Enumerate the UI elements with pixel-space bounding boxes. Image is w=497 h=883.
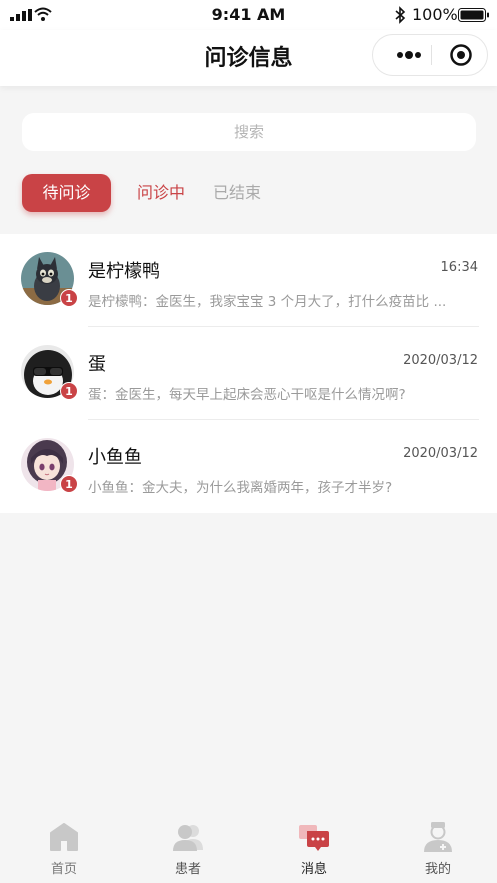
close-button[interactable] bbox=[441, 35, 481, 75]
unread-badge: 1 bbox=[60, 382, 78, 400]
list-item[interactable]: 1 是柠檬鸭 16:34 是柠檬鸭：金医生，我家宝宝 3 个月大了，打什么疫苗比… bbox=[0, 234, 497, 327]
bluetooth-icon bbox=[395, 6, 406, 24]
search-input[interactable]: 搜索 bbox=[22, 113, 476, 151]
tabbar-patients-label: 患者 bbox=[174, 862, 201, 877]
tab-pending-label: 待问诊 bbox=[42, 183, 91, 202]
tab-pending[interactable]: 待问诊 bbox=[22, 174, 111, 212]
tab-ended[interactable]: 已结束 bbox=[213, 174, 261, 212]
tabbar-home[interactable]: 首页 bbox=[2, 815, 126, 883]
patient-name: 是柠檬鸭 bbox=[88, 261, 160, 282]
unread-badge: 1 bbox=[60, 289, 78, 307]
list-item[interactable]: 1 蛋 2020/03/12 蛋：金医生，每天早上起床会恶心干呕是什么情况啊? bbox=[0, 327, 497, 420]
more-dots-icon bbox=[397, 51, 421, 59]
message-time: 2020/03/12 bbox=[403, 353, 478, 368]
patients-icon bbox=[173, 825, 203, 851]
list-item[interactable]: 1 小鱼鱼 2020/03/12 小鱼鱼：金大夫，为什么我离婚两年，孩子才半岁? bbox=[0, 420, 497, 513]
unread-badge: 1 bbox=[60, 475, 78, 493]
capsule-divider bbox=[431, 45, 432, 65]
tabbar-patients[interactable]: 患者 bbox=[126, 815, 250, 883]
tabbar-profile[interactable]: 我的 bbox=[376, 815, 497, 883]
message-icon bbox=[299, 825, 329, 851]
message-preview: 小鱼鱼：金大夫，为什么我离婚两年，孩子才半岁? bbox=[88, 480, 393, 496]
message-time: 16:34 bbox=[440, 260, 478, 275]
battery-icon bbox=[458, 8, 489, 22]
consultation-list: 1 是柠檬鸭 16:34 是柠檬鸭：金医生，我家宝宝 3 个月大了，打什么疫苗比… bbox=[0, 234, 497, 513]
message-preview: 是柠檬鸭：金医生，我家宝宝 3 个月大了，打什么疫苗比 ... bbox=[88, 294, 447, 310]
tab-ended-label: 已结束 bbox=[213, 183, 262, 202]
message-preview: 蛋：金医生，每天早上起床会恶心干呕是什么情况啊? bbox=[88, 387, 406, 403]
home-icon bbox=[50, 823, 78, 851]
mini-program-capsule bbox=[372, 34, 488, 76]
patient-name: 小鱼鱼 bbox=[88, 447, 142, 468]
message-time: 2020/03/12 bbox=[403, 446, 478, 461]
bottom-tab-bar: 首页 患者 消息 我的 bbox=[0, 815, 497, 883]
nav-bar: 问诊信息 bbox=[0, 30, 497, 86]
more-button[interactable] bbox=[389, 35, 429, 75]
tabbar-messages-label: 消息 bbox=[300, 862, 327, 877]
tabbar-profile-label: 我的 bbox=[424, 862, 451, 877]
status-bar: 9:41 AM 100% bbox=[0, 0, 497, 30]
battery-percent: 100% bbox=[412, 5, 458, 24]
target-close-icon bbox=[450, 44, 472, 66]
search-placeholder: 搜索 bbox=[233, 123, 264, 141]
tab-ongoing[interactable]: 问诊中 bbox=[137, 174, 185, 212]
patient-name: 蛋 bbox=[88, 354, 106, 375]
tab-ongoing-label: 问诊中 bbox=[137, 183, 186, 202]
tabbar-messages[interactable]: 消息 bbox=[252, 815, 376, 883]
doctor-icon bbox=[424, 822, 452, 852]
tabbar-home-label: 首页 bbox=[50, 862, 77, 877]
